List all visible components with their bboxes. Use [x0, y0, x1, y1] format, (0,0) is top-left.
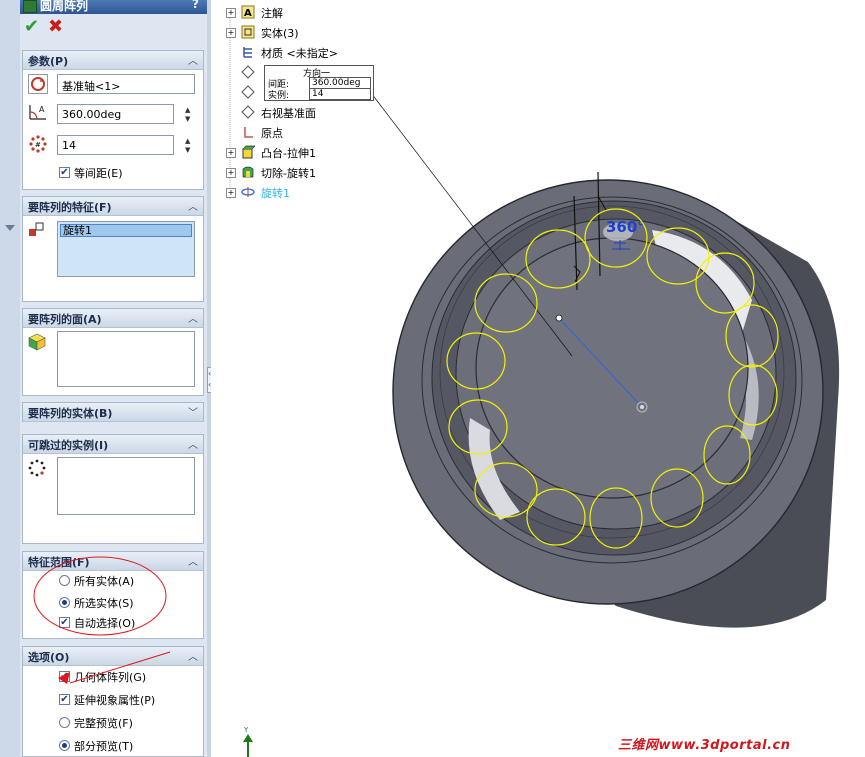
- tree-item-label: 注解: [261, 7, 283, 20]
- callout-instances-label: 实例:: [268, 91, 290, 101]
- tree-item-label: 原点: [261, 127, 283, 140]
- tree-item-label: 右视基准面: [261, 107, 316, 120]
- property-manager: 圆周阵列 ? ✔ ✖ 参数(P) ︿ 基准轴<1> A 360.00deg ▲ ▼ …: [20, 0, 208, 757]
- tree-item-label: 旋转1: [261, 187, 290, 200]
- annotation-icon: A: [241, 5, 255, 19]
- expand-icon[interactable]: +: [226, 168, 236, 178]
- revolve-cut-icon: [241, 165, 255, 179]
- plane-icon: [241, 105, 255, 119]
- origin-icon: [241, 125, 255, 139]
- triad-y-label: Y: [243, 726, 249, 734]
- revolve-icon: [241, 185, 255, 199]
- tree-item-label: 材质 <未指定>: [261, 47, 338, 60]
- callout-instances-field[interactable]: 14: [309, 88, 371, 100]
- angle-label: 360°: [606, 218, 645, 236]
- instance-callout[interactable]: 方向一 间距: 360.00deg 实例: 14: [264, 65, 374, 101]
- tree-item-label: 凸台-拉伸1: [261, 147, 316, 160]
- solid-bodies-icon: [241, 25, 255, 39]
- annotation-markup: [33, 556, 171, 684]
- material-icon: [241, 45, 255, 59]
- expand-icon[interactable]: +: [226, 148, 236, 158]
- plane-icon: [241, 65, 255, 79]
- left-panel-strip: [0, 0, 21, 757]
- tree-item-label: 切除-旋转1: [261, 167, 316, 180]
- extrude-icon: [241, 145, 256, 159]
- collapse-arrow-icon[interactable]: [5, 225, 15, 231]
- expand-icon[interactable]: +: [226, 188, 236, 198]
- watermark: 三维网www.3dportal.cn: [618, 738, 791, 753]
- tree-item-label: 实体(3): [261, 27, 299, 40]
- expand-icon[interactable]: +: [226, 28, 236, 38]
- expand-icon[interactable]: +: [226, 8, 236, 18]
- svg-text:A: A: [244, 8, 252, 19]
- bearing-bore: [475, 237, 749, 499]
- plane-icon: [241, 85, 255, 99]
